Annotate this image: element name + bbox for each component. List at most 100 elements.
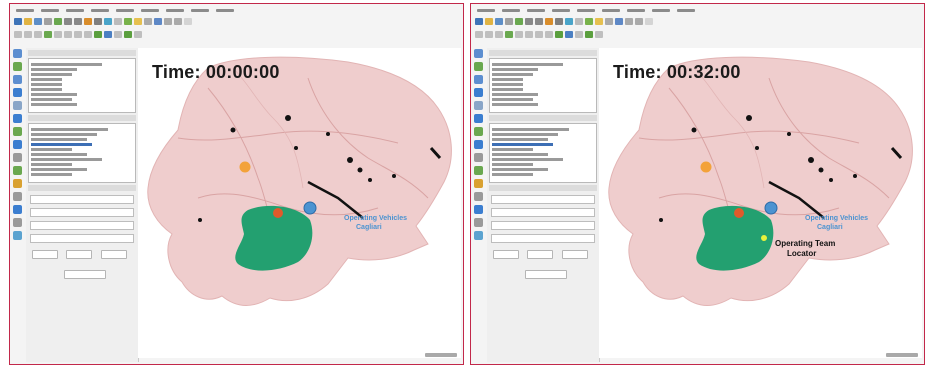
- menu-bar[interactable]: [473, 6, 922, 14]
- panel-button[interactable]: [66, 250, 93, 259]
- main-toolbar[interactable]: [473, 16, 922, 27]
- tool-icon[interactable]: [134, 18, 142, 25]
- tool-icon[interactable]: [24, 31, 32, 38]
- zoom-in-icon[interactable]: [525, 18, 533, 25]
- tool-icon[interactable]: [13, 166, 22, 175]
- layers-tree[interactable]: [489, 123, 597, 183]
- form-field[interactable]: [491, 234, 595, 243]
- form-field[interactable]: [30, 208, 134, 217]
- tool-icon[interactable]: [474, 192, 483, 201]
- tool-icon[interactable]: [154, 18, 162, 25]
- menu-item[interactable]: [502, 8, 520, 12]
- edit-toolbar[interactable]: [473, 29, 922, 40]
- tool-icon[interactable]: [34, 31, 42, 38]
- layer-row-selected[interactable]: [492, 143, 554, 146]
- tool-icon[interactable]: [474, 166, 483, 175]
- panel-button[interactable]: [32, 250, 58, 259]
- layer-row[interactable]: [31, 158, 103, 161]
- map-canvas[interactable]: Operating Vehicles Cagliari Time: 00:00:…: [138, 48, 461, 358]
- tool-icon[interactable]: [515, 31, 523, 38]
- tool-icon[interactable]: [124, 18, 132, 25]
- tool-icon[interactable]: [585, 18, 593, 25]
- browser-tree[interactable]: [28, 58, 136, 113]
- identify-icon[interactable]: [84, 18, 92, 25]
- tool-icon[interactable]: [134, 31, 142, 38]
- left-toolbar[interactable]: [474, 49, 484, 240]
- tool-icon[interactable]: [474, 140, 483, 149]
- tool-icon[interactable]: [625, 18, 633, 25]
- menu-item[interactable]: [552, 8, 570, 12]
- layer-row[interactable]: [31, 163, 72, 166]
- main-toolbar[interactable]: [12, 16, 461, 27]
- tool-icon[interactable]: [474, 49, 483, 58]
- tool-icon[interactable]: [485, 31, 493, 38]
- tree-row[interactable]: [31, 93, 77, 96]
- tool-icon[interactable]: [474, 205, 483, 214]
- panel-button[interactable]: [64, 270, 106, 279]
- layer-row[interactable]: [31, 173, 72, 176]
- tree-row[interactable]: [31, 83, 62, 86]
- measure-icon[interactable]: [104, 18, 112, 25]
- menu-item[interactable]: [602, 8, 620, 12]
- tool-icon[interactable]: [84, 31, 92, 38]
- tool-icon[interactable]: [474, 153, 483, 162]
- menu-item[interactable]: [577, 8, 595, 12]
- tool-icon[interactable]: [13, 231, 22, 240]
- tool-icon[interactable]: [14, 31, 22, 38]
- tree-row[interactable]: [31, 78, 62, 81]
- map-canvas[interactable]: Operating Vehicles Cagliari Operating Te…: [599, 48, 922, 358]
- tool-icon[interactable]: [565, 31, 573, 38]
- tree-row[interactable]: [492, 68, 538, 71]
- panel-button[interactable]: [100, 250, 127, 259]
- tool-icon[interactable]: [13, 62, 22, 71]
- menu-item[interactable]: [16, 8, 34, 12]
- measure-icon[interactable]: [565, 18, 573, 25]
- layer-row[interactable]: [31, 153, 88, 156]
- menu-item[interactable]: [677, 8, 695, 12]
- tool-icon[interactable]: [474, 62, 483, 71]
- tool-icon[interactable]: [144, 18, 152, 25]
- save-icon[interactable]: [34, 18, 42, 25]
- tree-row[interactable]: [31, 88, 62, 91]
- tool-icon[interactable]: [474, 88, 483, 97]
- tool-icon[interactable]: [13, 49, 22, 58]
- panel-button[interactable]: [561, 250, 588, 259]
- tool-icon[interactable]: [74, 31, 82, 38]
- pan-icon[interactable]: [54, 18, 62, 25]
- layer-row[interactable]: [31, 168, 88, 171]
- tool-icon[interactable]: [13, 153, 22, 162]
- tree-row[interactable]: [492, 103, 538, 106]
- tool-icon[interactable]: [474, 75, 483, 84]
- open-icon[interactable]: [24, 18, 32, 25]
- tool-icon[interactable]: [595, 18, 603, 25]
- tool-icon[interactable]: [13, 192, 22, 201]
- menu-item[interactable]: [477, 8, 495, 12]
- tree-row[interactable]: [31, 98, 72, 101]
- tool-icon[interactable]: [54, 31, 62, 38]
- tool-icon[interactable]: [13, 88, 22, 97]
- menu-item[interactable]: [527, 8, 545, 12]
- tool-icon[interactable]: [585, 31, 593, 38]
- print-icon[interactable]: [505, 18, 513, 25]
- tool-icon[interactable]: [645, 18, 653, 25]
- menu-item[interactable]: [627, 8, 645, 12]
- tool-icon[interactable]: [505, 31, 513, 38]
- zoom-out-icon[interactable]: [74, 18, 82, 25]
- form-field[interactable]: [491, 208, 595, 217]
- layer-row[interactable]: [492, 173, 533, 176]
- tool-icon[interactable]: [555, 31, 563, 38]
- layer-row[interactable]: [31, 138, 88, 141]
- pan-icon[interactable]: [515, 18, 523, 25]
- tool-icon[interactable]: [474, 218, 483, 227]
- tree-row[interactable]: [492, 78, 523, 81]
- panel-button[interactable]: [493, 250, 519, 259]
- tool-icon[interactable]: [474, 179, 483, 188]
- tool-icon[interactable]: [575, 18, 583, 25]
- tool-icon[interactable]: [635, 18, 643, 25]
- tree-row[interactable]: [492, 93, 538, 96]
- layer-row-selected[interactable]: [31, 143, 93, 146]
- zoom-out-icon[interactable]: [535, 18, 543, 25]
- layer-row[interactable]: [31, 148, 72, 151]
- layers-tree[interactable]: [28, 123, 136, 183]
- layer-row[interactable]: [492, 153, 549, 156]
